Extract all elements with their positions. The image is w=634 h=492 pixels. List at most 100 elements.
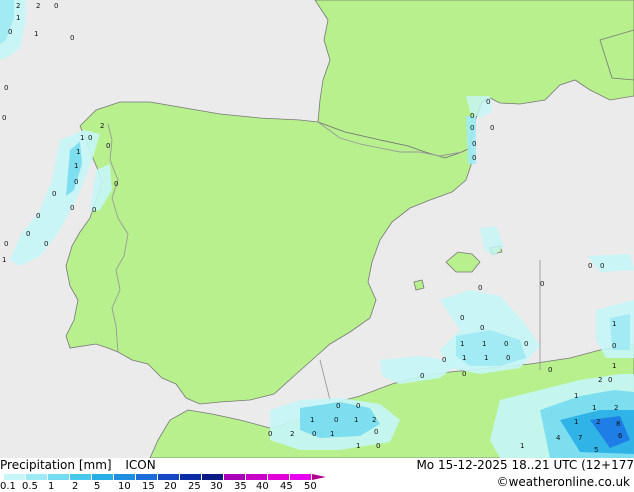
precip-value-label: 2 — [36, 2, 40, 10]
legend-tick-label: 45 — [280, 481, 293, 492]
legend-swatch — [290, 474, 312, 480]
legend-tick-label: 15 — [142, 481, 155, 492]
precip-value-label: 0 — [486, 98, 490, 106]
model-label: ICON — [125, 458, 156, 472]
precip-value-label: 0 — [608, 376, 612, 384]
precip-value-label: 5 — [594, 446, 598, 454]
precip-value-label: 1 — [356, 442, 360, 450]
legend-swatch — [202, 474, 224, 480]
precip-value-label: 0 — [54, 2, 58, 10]
precip-value-label: 0 — [462, 370, 466, 378]
precip-value-label: 0 — [52, 190, 56, 198]
precip-value-label: 7 — [578, 434, 582, 442]
precip-value-label: 1 — [34, 30, 38, 38]
precip-value-label: 1 — [482, 340, 486, 348]
legend-tick-label: 5 — [94, 481, 101, 492]
precip-value-label: 0 — [540, 280, 544, 288]
precip-value-label: 0 — [470, 112, 474, 120]
precip-value-label: 4 — [556, 434, 561, 442]
legend-tick-label: 30 — [210, 481, 223, 492]
map-canvas: 2 2 010 1 00021 011000 000001000000000 0001 1 01 1… — [0, 0, 634, 458]
precip-value-label: 1 — [74, 162, 78, 170]
precip-value-label: 1 — [80, 134, 84, 142]
legend-swatch — [268, 474, 290, 480]
precip-value-label: 0 — [114, 180, 118, 188]
precip-value-label: 0 — [92, 206, 96, 214]
precip-value-label: 0 — [356, 402, 360, 410]
precip-value-label: 0 — [334, 416, 338, 424]
precip-value-label: 2 — [598, 376, 602, 384]
precip-value-label: 6 — [618, 432, 623, 440]
precip-value-label: 0 — [44, 240, 48, 248]
precip-value-label: 1 — [612, 320, 616, 328]
precip-value-label: 1 — [574, 418, 578, 426]
legend-swatch — [4, 474, 26, 480]
legend-swatch — [158, 474, 180, 480]
precip-value-label: 2 — [290, 430, 294, 438]
precip-value-label: 0 — [470, 124, 474, 132]
precip-value-label: 0 — [268, 430, 272, 438]
precip-value-label: 1 — [330, 430, 334, 438]
precip-value-label: 8 — [616, 420, 620, 428]
legend-tick-label: 25 — [188, 481, 201, 492]
precip-value-label: 0 — [600, 262, 604, 270]
precip-value-label: 1 — [16, 14, 20, 22]
legend-swatch — [92, 474, 114, 480]
legend-tick-label: 50 — [304, 481, 317, 492]
legend-tick-label: 1 — [48, 481, 55, 492]
precip-value-label: 1 — [354, 416, 358, 424]
precip-value-label: 0 — [548, 366, 552, 374]
precip-value-label: 1 — [310, 416, 314, 424]
precip-value-label: 0 — [70, 34, 74, 42]
precip-value-label: 1 — [574, 392, 578, 400]
legend-swatch — [48, 474, 70, 480]
precip-value-label: 0 — [8, 28, 12, 36]
precip-value-label: 1 — [76, 148, 80, 156]
precip-value-label: 1 — [612, 362, 616, 370]
legend-tick-label: 0.1 — [0, 481, 16, 492]
precip-value-label: 0 — [524, 340, 528, 348]
precip-value-label: 0 — [336, 402, 340, 410]
precip-value-label: 0 — [490, 124, 494, 132]
legend-swatch — [70, 474, 92, 480]
precip-value-label: 0 — [472, 154, 476, 162]
product-title: Precipitation [mm] ICON — [0, 458, 156, 472]
precip-value-label: 0 — [504, 340, 508, 348]
precip-value-label: 0 — [588, 262, 592, 270]
precip-value-label: 0 — [74, 178, 78, 186]
precip-value-label: 0 — [4, 84, 8, 92]
legend-color-bar — [4, 474, 312, 480]
precip-value-label: 0 — [312, 430, 316, 438]
legend-swatch — [180, 474, 202, 480]
precip-value-label: 0 — [4, 240, 8, 248]
precip-value-label: 0 — [460, 314, 464, 322]
precip-value-label: 1 — [484, 354, 488, 362]
legend-tick-label: 10 — [118, 481, 131, 492]
precip-value-label: 0 — [88, 134, 92, 142]
legend-tick-label: 35 — [234, 481, 247, 492]
legend-arrow — [312, 474, 326, 480]
precip-value-label: 2 — [372, 416, 376, 424]
legend-tick-label: 0.5 — [22, 481, 38, 492]
credit-link[interactable]: ©weatheronline.co.uk — [497, 475, 630, 489]
precip-value-label: 0 — [376, 442, 380, 450]
precip-value-label: 0 — [26, 230, 30, 238]
precip-value-label: 1 — [2, 256, 6, 264]
precip-value-label: 0 — [478, 284, 482, 292]
precip-value-label: 0 — [442, 356, 446, 364]
precip-value-label: 2 — [16, 2, 20, 10]
precip-value-label: 0 — [106, 142, 110, 150]
precip-value-label: 0 — [420, 372, 424, 380]
precip-value-label: 0 — [2, 114, 6, 122]
precip-value-label: 1 — [462, 354, 466, 362]
ibiza-land — [413, 279, 425, 291]
precip-value-label: 0 — [480, 324, 484, 332]
precip-value-label: 2 — [100, 122, 104, 130]
legend-swatch — [224, 474, 246, 480]
precip-value-label: 2 — [614, 404, 618, 412]
precip-value-label: 1 — [592, 404, 596, 412]
precip-value-label: 0 — [472, 140, 476, 148]
precip-value-label: 0 — [70, 204, 74, 212]
precip-value-label: 1 — [520, 442, 524, 450]
legend-swatch — [26, 474, 48, 480]
